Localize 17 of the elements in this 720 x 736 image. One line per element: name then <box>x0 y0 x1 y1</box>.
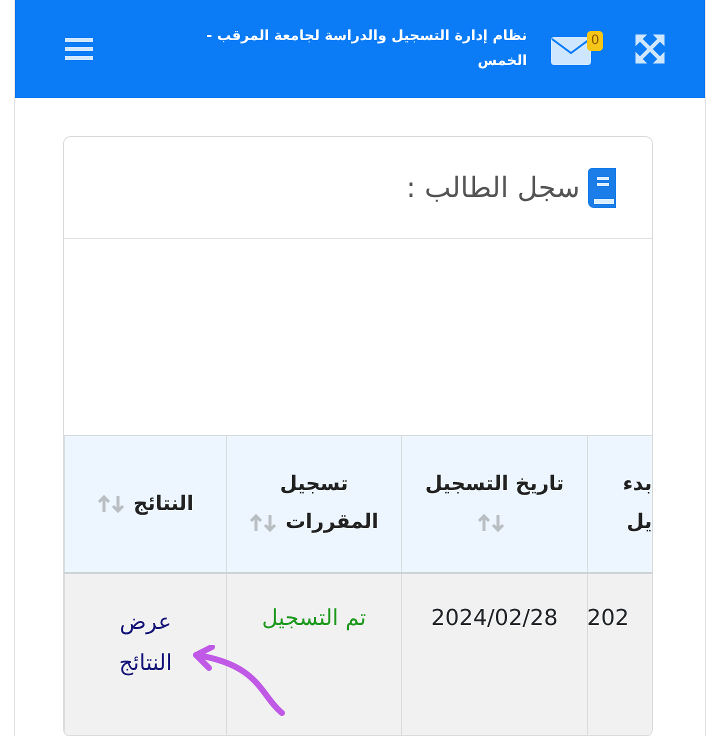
fullscreen-icon[interactable] <box>635 34 665 64</box>
table-cell: 202 <box>587 606 629 630</box>
column-header[interactable]: النتائج <box>64 436 226 572</box>
app-title: نظام إدارة التسجيل والدراسة لجامعة المرقب - الخمس <box>205 26 527 71</box>
table-cell: 2024/02/28 <box>431 606 558 630</box>
menu-icon[interactable] <box>65 37 93 61</box>
column-header[interactable]: تسجيل المقررات <box>226 436 402 572</box>
column-header[interactable]: تاريخ التسجيل <box>402 436 588 572</box>
notification-count: 0 <box>587 31 604 50</box>
sort-icon <box>97 494 126 514</box>
card-title: سجل الطالب : <box>406 170 580 206</box>
sort-icon <box>249 512 278 533</box>
registration-status: تم التسجيل <box>262 606 366 630</box>
sort-icon <box>476 512 504 533</box>
mail-icon[interactable] <box>551 37 591 65</box>
column-header: بدء يل <box>588 436 652 572</box>
book-icon <box>588 168 616 208</box>
